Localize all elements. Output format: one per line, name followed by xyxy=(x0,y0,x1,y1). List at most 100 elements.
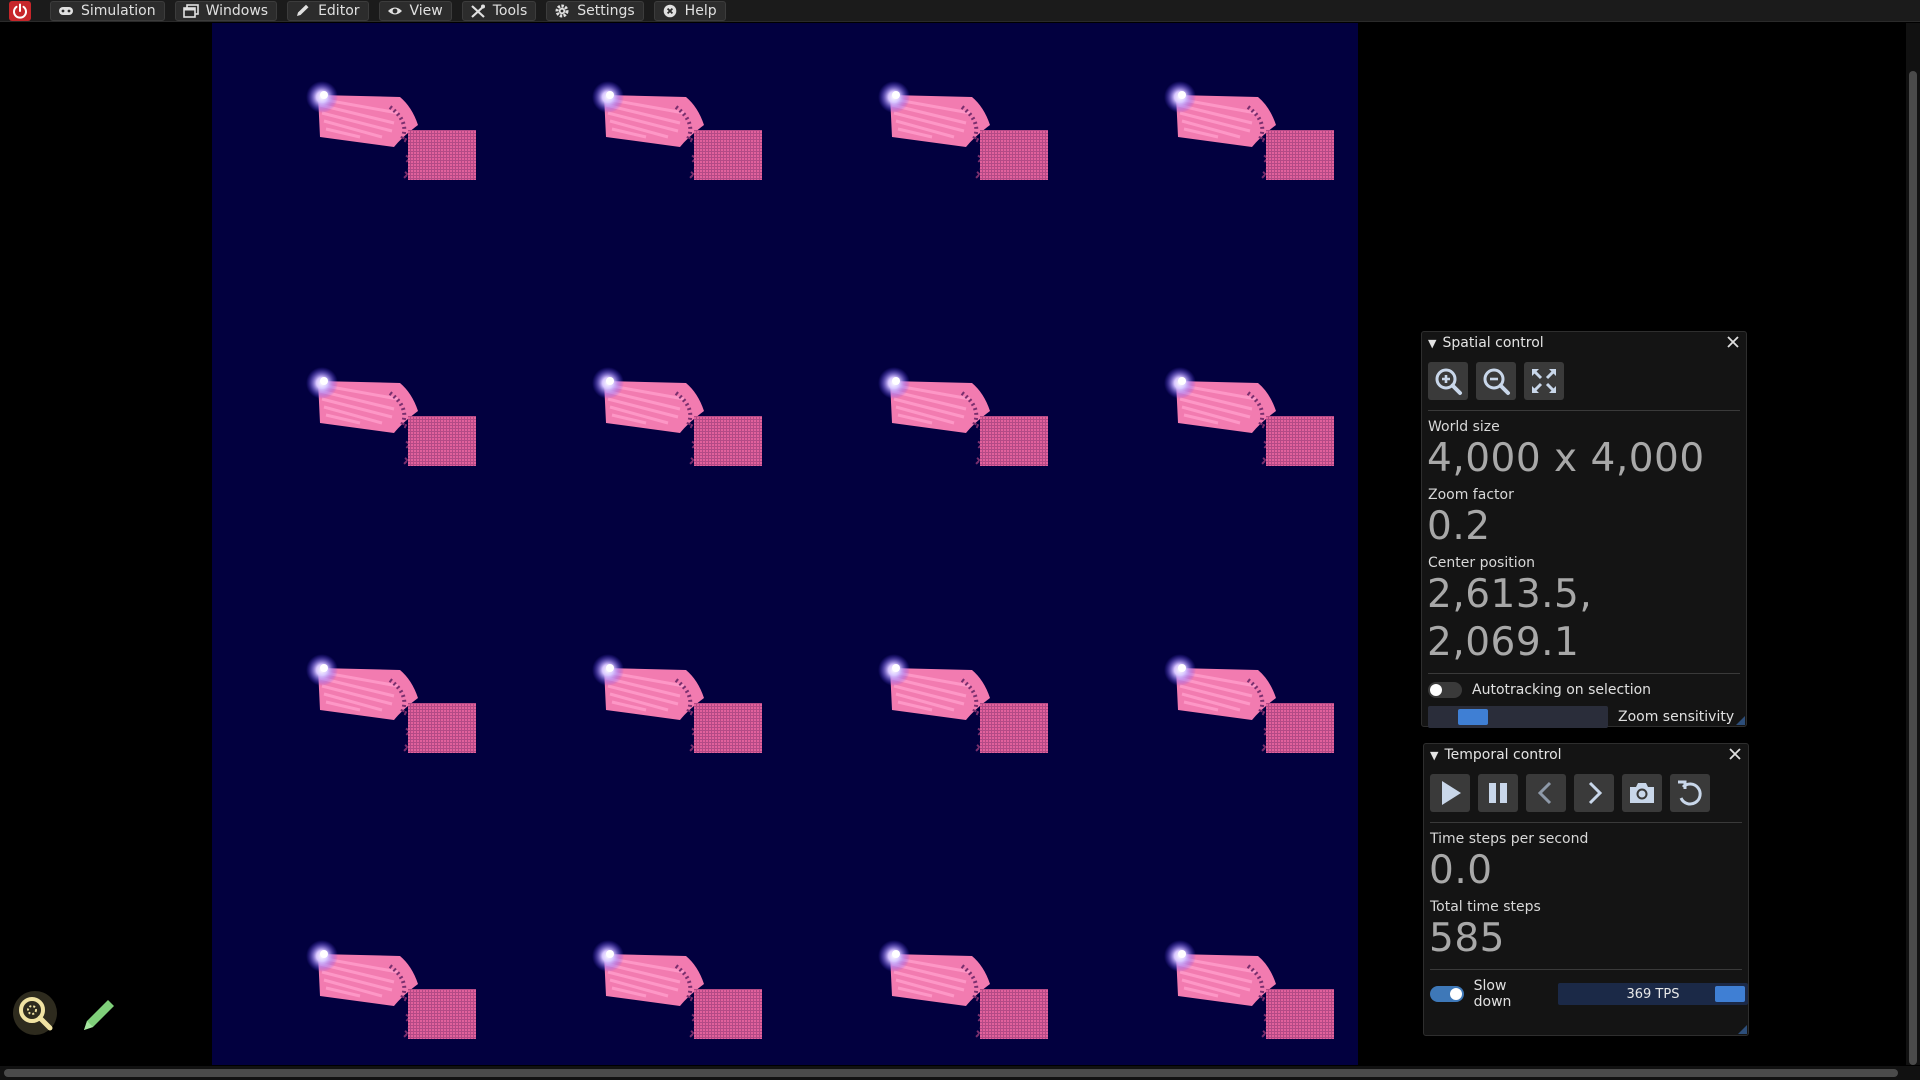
menu-label: Help xyxy=(684,2,717,19)
horizontal-scrollbar[interactable] xyxy=(0,1066,1920,1080)
panel-header[interactable]: ▼ Spatial control xyxy=(1422,332,1746,354)
zoom-in-icon xyxy=(1435,368,1462,395)
restore-button[interactable] xyxy=(1670,774,1710,812)
divider xyxy=(1430,969,1742,970)
expand-icon xyxy=(1531,368,1557,394)
menu-simulation[interactable]: Simulation xyxy=(50,0,165,21)
autotracking-row: Autotracking on selection xyxy=(1422,682,1746,698)
zoom-out-icon xyxy=(1483,368,1510,395)
chevron-left-icon xyxy=(1537,781,1552,805)
menu-tools[interactable]: Tools xyxy=(461,0,537,21)
slowdown-row: Slow down 369 TPS xyxy=(1424,978,1748,1010)
gamepad-icon xyxy=(59,6,73,15)
pencil-icon xyxy=(297,4,309,16)
menu-windows[interactable]: Windows xyxy=(174,0,278,21)
menu-settings[interactable]: Settings xyxy=(546,0,644,21)
collapse-triangle-icon[interactable]: ▼ xyxy=(1430,749,1438,762)
vertical-scrollbar[interactable] xyxy=(1906,23,1920,1065)
world-size-value: 4,000 x 4,000 xyxy=(1427,436,1705,481)
step-back-button[interactable] xyxy=(1526,774,1566,812)
simulation-entity[interactable] xyxy=(1148,67,1348,182)
temporal-control-panel: ▼ Temporal control Time steps per second… xyxy=(1423,743,1749,1036)
fit-to-world-button[interactable] xyxy=(1524,362,1564,400)
menu-label: Windows xyxy=(205,2,269,19)
camera-icon xyxy=(1630,783,1654,803)
divider xyxy=(1428,410,1740,411)
menu-label: Editor xyxy=(318,2,360,19)
simulation-entity[interactable] xyxy=(576,640,776,755)
scrollbar-thumb[interactable] xyxy=(4,1069,1898,1077)
simulation-entity[interactable] xyxy=(290,67,490,182)
inspect-tool-icon[interactable] xyxy=(12,990,58,1036)
zoom-sensitivity-slider[interactable] xyxy=(1428,706,1608,728)
panel-title: Temporal control xyxy=(1444,747,1562,763)
center-position-value: 2,613.5, 2,069.1 xyxy=(1427,572,1593,665)
zoom-sensitivity-label: Zoom sensitivity xyxy=(1618,709,1735,725)
simulation-entity[interactable] xyxy=(290,926,490,1041)
menu-view[interactable]: View xyxy=(378,0,452,21)
simulation-entity[interactable] xyxy=(862,640,1062,755)
simulation-entity[interactable] xyxy=(1148,926,1348,1041)
center-position-label: Center position xyxy=(1428,555,1536,571)
chevron-right-icon xyxy=(1588,781,1603,805)
play-icon xyxy=(1442,781,1461,805)
windows-icon xyxy=(182,3,199,18)
slowdown-value: 369 TPS xyxy=(1626,986,1680,1002)
simulation-entity[interactable] xyxy=(576,926,776,1041)
close-icon[interactable] xyxy=(1726,335,1740,349)
divider xyxy=(1430,822,1742,823)
tools-icon xyxy=(471,4,485,18)
simulation-entity[interactable] xyxy=(862,926,1062,1041)
simulation-entity[interactable] xyxy=(290,353,490,468)
menu-label: View xyxy=(409,2,443,19)
slider-grab[interactable] xyxy=(1715,986,1745,1002)
zoom-factor-label: Zoom factor xyxy=(1428,487,1514,503)
step-forward-button[interactable] xyxy=(1574,774,1614,812)
gear-icon xyxy=(555,4,569,17)
play-button[interactable] xyxy=(1430,774,1470,812)
slowdown-toggle[interactable] xyxy=(1430,986,1464,1002)
tps-value: 0.0 xyxy=(1429,848,1493,893)
zoom-in-button[interactable] xyxy=(1428,362,1468,400)
simulation-entity[interactable] xyxy=(862,67,1062,182)
autotracking-label: Autotracking on selection xyxy=(1472,682,1652,698)
slider-grab[interactable] xyxy=(1458,709,1488,725)
eye-icon xyxy=(387,7,402,14)
scrollbar-thumb[interactable] xyxy=(1909,71,1917,1065)
simulation-entity[interactable] xyxy=(1148,353,1348,468)
power-icon[interactable] xyxy=(0,0,40,22)
slowdown-tps-slider[interactable]: 369 TPS xyxy=(1557,983,1748,1005)
help-icon xyxy=(663,4,676,17)
menu-bar: Simulation Windows Editor View Tools Set… xyxy=(0,0,1920,22)
autotracking-toggle[interactable] xyxy=(1428,682,1462,698)
resize-grip[interactable] xyxy=(1736,716,1745,725)
menu-label: Simulation xyxy=(81,2,156,19)
menu-label: Settings xyxy=(577,2,635,19)
pause-button[interactable] xyxy=(1478,774,1518,812)
simulation-entity[interactable] xyxy=(290,640,490,755)
menu-label: Tools xyxy=(492,2,528,19)
close-icon[interactable] xyxy=(1728,747,1742,761)
zoom-factor-value: 0.2 xyxy=(1427,504,1491,549)
resize-grip[interactable] xyxy=(1738,1025,1747,1034)
snapshot-button[interactable] xyxy=(1622,774,1662,812)
simulation-world[interactable] xyxy=(212,23,1358,1065)
tps-label: Time steps per second xyxy=(1430,831,1589,847)
divider xyxy=(1428,673,1740,674)
panel-header[interactable]: ▼ Temporal control xyxy=(1424,744,1748,766)
editor-pencil-icon[interactable] xyxy=(80,994,120,1034)
simulation-entity[interactable] xyxy=(862,353,1062,468)
panel-title: Spatial control xyxy=(1442,335,1544,351)
simulation-entity[interactable] xyxy=(576,353,776,468)
simulation-entity[interactable] xyxy=(1148,640,1348,755)
spatial-control-panel: ▼ Spatial control World size 4,000 x 4,0… xyxy=(1421,331,1747,728)
pause-icon xyxy=(1489,783,1507,803)
simulation-entity[interactable] xyxy=(576,67,776,182)
zoom-out-button[interactable] xyxy=(1476,362,1516,400)
total-steps-value: 585 xyxy=(1429,916,1505,961)
collapse-triangle-icon[interactable]: ▼ xyxy=(1428,337,1436,350)
total-steps-label: Total time steps xyxy=(1430,899,1541,915)
zoom-sensitivity-row: Zoom sensitivity xyxy=(1422,706,1746,728)
menu-help[interactable]: Help xyxy=(653,0,726,21)
menu-editor[interactable]: Editor xyxy=(287,0,369,21)
